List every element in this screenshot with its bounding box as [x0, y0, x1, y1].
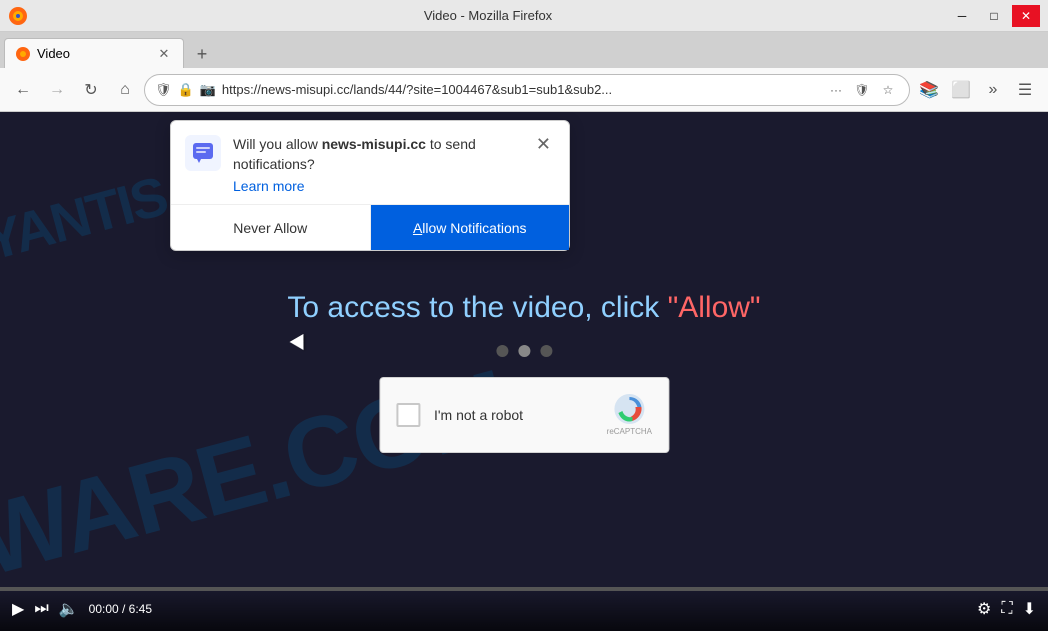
dot-3	[540, 345, 552, 357]
url-text: https://news-misupi.cc/lands/44/?site=10…	[222, 82, 819, 97]
popup-text-area: Will you allow news-misupi.cc to send no…	[233, 135, 520, 196]
lock-icon: 🔒	[178, 82, 194, 98]
toolbar-actions: 📚 ⬜ » ☰	[914, 75, 1040, 105]
minimize-button[interactable]: ─	[948, 5, 976, 27]
popup-close-button[interactable]: ✕	[532, 135, 555, 153]
back-button[interactable]: ←	[8, 75, 38, 105]
tab-favicon-icon	[15, 46, 31, 62]
camera-icon: 📷	[200, 82, 216, 98]
dot-2	[518, 345, 530, 357]
forward-button[interactable]: →	[42, 75, 72, 105]
content-area: MYANTIS WARE.COM To access to the video,…	[0, 112, 1048, 631]
play-button[interactable]: ▶	[12, 599, 24, 619]
title-bar-left	[8, 6, 28, 26]
shield-verify-button[interactable]: 🛡	[851, 79, 873, 101]
hamburger-menu-button[interactable]: ☰	[1010, 75, 1040, 105]
title-bar: Video - Mozilla Firefox ─ □ ✕	[0, 0, 1048, 32]
chat-bubble-icon	[191, 141, 215, 165]
volume-button[interactable]: 🔈	[59, 599, 79, 619]
video-main-text: To access to the video, click "Allow"	[287, 291, 760, 325]
popup-header: Will you allow news-misupi.cc to send no…	[171, 121, 569, 204]
never-allow-button[interactable]: Never Allow	[171, 205, 371, 250]
close-button[interactable]: ✕	[1012, 5, 1040, 27]
fullscreen-button[interactable]: ⛶	[1001, 600, 1012, 618]
watermark-top: MYANTIS	[0, 164, 173, 285]
window-title: Video - Mozilla Firefox	[28, 8, 948, 23]
recaptcha-brand-text: reCAPTCHA	[607, 427, 652, 436]
notification-icon	[185, 135, 221, 171]
popup-site: news-misupi.cc	[322, 136, 426, 152]
reload-button[interactable]: ↻	[76, 75, 106, 105]
recaptcha-box: I'm not a robot reCAPTCHA	[379, 377, 669, 453]
extensions-button[interactable]: »	[978, 75, 1008, 105]
learn-more-link[interactable]: Learn more	[233, 178, 305, 194]
popup-actions: Never Allow Allow Notifications	[171, 204, 569, 250]
settings-button[interactable]: ⚙	[977, 599, 991, 619]
download-button[interactable]: ⬇	[1023, 599, 1036, 619]
tab-label: Video	[37, 46, 70, 61]
firefox-logo-icon	[8, 6, 28, 26]
video-center-content: To access to the video, click "Allow" I'…	[287, 291, 760, 453]
recaptcha-checkbox[interactable]	[396, 403, 420, 427]
recaptcha-logo-icon	[613, 393, 645, 425]
video-controls: ▶ ⏭ 🔈 00:00 / 6:45 ⚙ ⛶ ⬇	[0, 587, 1048, 631]
time-display: 00:00 / 6:45	[89, 602, 152, 616]
tab-close-button[interactable]: ✕	[155, 45, 173, 63]
notification-popup: Will you allow news-misupi.cc to send no…	[170, 120, 570, 251]
popup-question: Will you allow news-misupi.cc to send no…	[233, 135, 520, 174]
tab-bar: Video ✕ +	[0, 32, 1048, 68]
progress-bar[interactable]	[0, 587, 1048, 591]
home-button[interactable]: ⌂	[110, 75, 140, 105]
address-actions: ··· 🛡 ☆	[825, 79, 899, 101]
ellipsis-button[interactable]: ···	[825, 79, 847, 101]
dot-1	[496, 345, 508, 357]
recaptcha-label: I'm not a robot	[434, 407, 523, 423]
maximize-button[interactable]: □	[980, 5, 1008, 27]
allow-word: "Allow"	[668, 291, 761, 324]
nav-bar: ← → ↻ ⌂ 🛡 🔒 📷 https://news-misupi.cc/lan…	[0, 68, 1048, 112]
dots-row	[287, 345, 760, 357]
library-button[interactable]: 📚	[914, 75, 944, 105]
new-tab-button[interactable]: +	[188, 40, 216, 68]
address-bar[interactable]: 🛡 🔒 📷 https://news-misupi.cc/lands/44/?s…	[144, 74, 910, 106]
active-tab[interactable]: Video ✕	[4, 38, 184, 68]
allow-notifications-button[interactable]: Allow Notifications	[371, 205, 570, 250]
shield-icon: 🛡	[155, 82, 172, 98]
skip-button[interactable]: ⏭	[34, 600, 48, 618]
recaptcha-logo-area: reCAPTCHA	[607, 393, 652, 436]
controls-right: ⚙ ⛶ ⬇	[977, 599, 1036, 619]
window-controls: ─ □ ✕	[948, 5, 1040, 27]
bookmark-button[interactable]: ☆	[877, 79, 899, 101]
sync-button[interactable]: ⬜	[946, 75, 976, 105]
